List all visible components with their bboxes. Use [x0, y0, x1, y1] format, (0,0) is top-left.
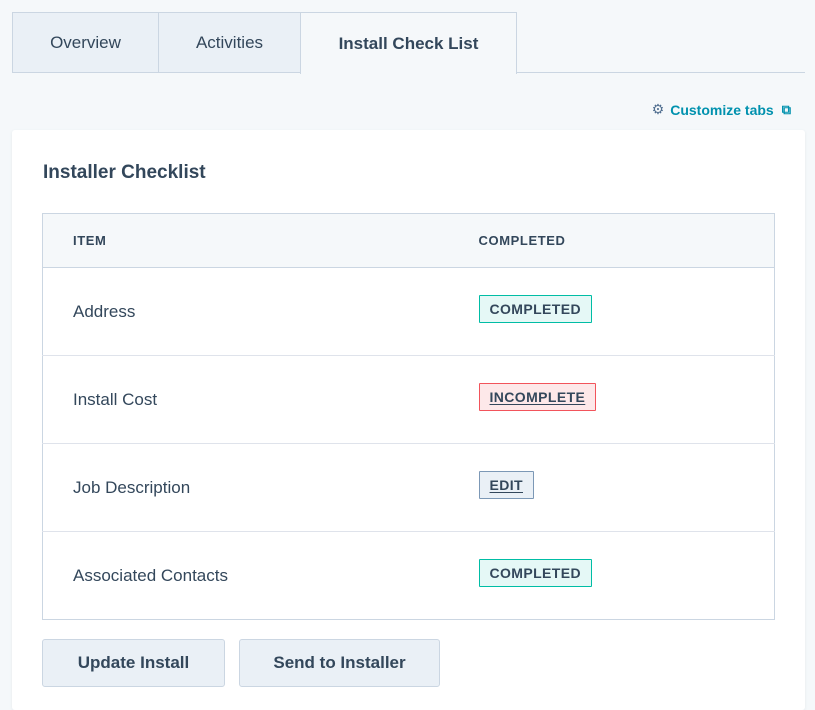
table-row: Address COMPLETED: [42, 267, 775, 356]
card-title: Installer Checklist: [43, 162, 206, 183]
table-header-row: ITEM COMPLETED: [42, 213, 775, 268]
status-cell: COMPLETED: [478, 531, 775, 620]
tab-activities[interactable]: Activities: [158, 12, 301, 73]
table-row: Job Description EDIT: [42, 443, 775, 532]
column-header-completed: COMPLETED: [478, 213, 775, 268]
send-to-installer-button[interactable]: Send to Installer: [239, 639, 440, 687]
item-cell: Job Description: [42, 443, 479, 532]
edit-badge-button[interactable]: EDIT: [478, 470, 534, 499]
status-badge-incomplete[interactable]: INCOMPLETE: [478, 382, 597, 411]
item-cell: Associated Contacts: [42, 531, 479, 620]
tab-overview[interactable]: Overview: [12, 12, 159, 73]
column-header-item: ITEM: [42, 213, 479, 268]
installer-checklist-card: Installer Checklist ITEM COMPLETED Addre…: [12, 130, 805, 710]
customize-tabs-label: Customize tabs: [670, 101, 774, 118]
status-badge-completed[interactable]: COMPLETED: [478, 294, 592, 323]
customize-tabs-link[interactable]: ⚙ Customize tabs ⧉: [652, 101, 791, 118]
tab-install-check-list[interactable]: Install Check List: [300, 12, 517, 74]
gear-icon: ⚙: [651, 101, 665, 117]
status-cell: INCOMPLETE: [478, 355, 775, 444]
status-cell: EDIT: [478, 443, 775, 532]
status-cell: COMPLETED: [478, 267, 775, 356]
checklist-table: ITEM COMPLETED Address COMPLETED Install…: [42, 213, 775, 620]
status-badge-completed[interactable]: COMPLETED: [478, 558, 592, 587]
tab-bar: Overview Activities Install Check List: [12, 12, 805, 74]
external-link-icon: ⧉: [781, 101, 791, 117]
item-cell: Address: [42, 267, 479, 356]
update-install-button[interactable]: Update Install: [42, 639, 225, 687]
table-row: Associated Contacts COMPLETED: [42, 531, 775, 620]
item-cell: Install Cost: [42, 355, 479, 444]
table-row: Install Cost INCOMPLETE: [42, 355, 775, 444]
